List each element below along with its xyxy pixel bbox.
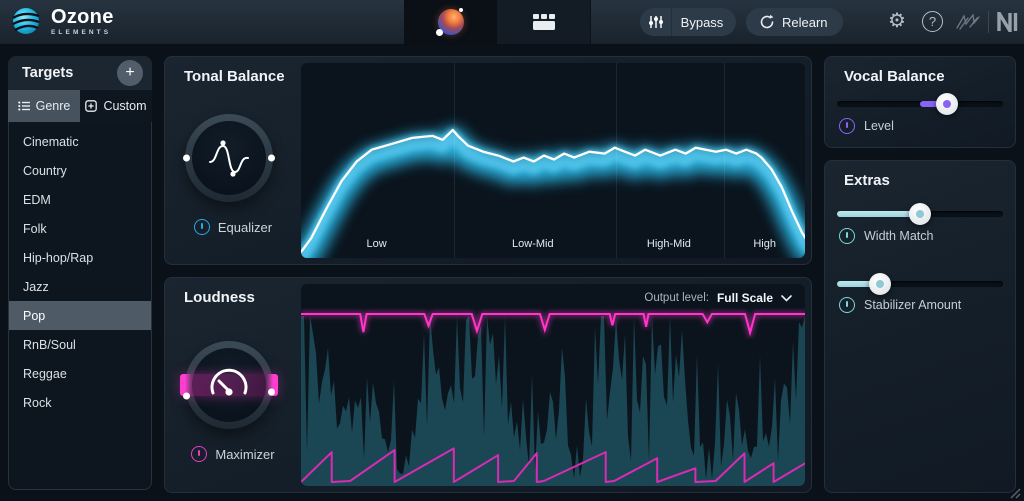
tonal-balance-panel: Tonal Balance Equalizer: [164, 56, 812, 265]
knob-min-dot: [183, 155, 190, 162]
targets-panel: Targets + Genre Custom: [8, 56, 152, 490]
zone-label: Low: [367, 238, 387, 250]
zone-divider: [616, 63, 617, 258]
extras-title: Extras: [844, 172, 890, 189]
topbar-divider: [988, 11, 989, 33]
width-match-label: Width Match: [864, 229, 933, 243]
ni-logo: [996, 12, 1018, 32]
relearn-label: Relearn: [782, 15, 828, 30]
zone-label: Low-Mid: [512, 238, 554, 250]
maximizer-knob[interactable]: [185, 341, 273, 429]
genre-item-reggae[interactable]: Reggae: [9, 359, 151, 388]
genre-item-rnb-soul[interactable]: RnB/Soul: [9, 330, 151, 359]
tab-assistant-view[interactable]: [404, 0, 497, 44]
output-level-label: Output level:: [644, 292, 709, 304]
app-edition: ELEMENTS: [51, 29, 114, 36]
slider-handle[interactable]: [936, 93, 958, 115]
knob-min-dot: [183, 392, 190, 399]
ozone-swirl-icon: [10, 5, 42, 37]
width-match-row: Width Match: [839, 228, 933, 244]
izotope-scribble-icon: [954, 12, 982, 32]
maximizer-module-row: Maximizer: [165, 446, 301, 462]
output-level-dropdown[interactable]: Output level: Full Scale: [644, 291, 792, 305]
loudness-title: Loudness: [184, 289, 255, 306]
level-label: Level: [864, 119, 894, 133]
genre-item-country[interactable]: Country: [9, 156, 151, 185]
slider-handle[interactable]: [909, 203, 931, 225]
app-logo: Ozone ELEMENTS: [10, 5, 114, 37]
genre-item-rock[interactable]: Rock: [9, 388, 151, 417]
extras-panel: Extras Width Match Stabilizer Amount: [824, 160, 1016, 493]
resize-handle[interactable]: [1007, 487, 1021, 499]
bypass-label: Bypass: [672, 15, 736, 30]
genre-item-pop[interactable]: Pop: [9, 301, 151, 330]
maximizer-label: Maximizer: [215, 447, 274, 462]
stabilizer-amount-label: Stabilizer Amount: [864, 298, 961, 312]
tab-modules-view[interactable]: [497, 0, 591, 44]
slider-handle[interactable]: [869, 273, 891, 295]
genre-item-cinematic[interactable]: Cinematic: [9, 127, 151, 156]
tab-genre[interactable]: Genre: [8, 90, 80, 122]
assistant-sphere-icon: [438, 9, 464, 35]
relearn-cycle-icon: [759, 14, 775, 30]
level-power-icon[interactable]: [839, 118, 855, 134]
ozone-elements-window: Ozone ELEMENTS: [0, 0, 1024, 501]
output-level-value: Full Scale: [717, 291, 773, 305]
add-target-button[interactable]: +: [117, 60, 143, 86]
zone-label: High-Mid: [647, 238, 691, 250]
maximizer-power-icon[interactable]: [191, 446, 207, 462]
level-control-row: Level: [839, 118, 894, 134]
genre-list: CinematicCountryEDMFolkHip-hop/RapJazzPo…: [8, 122, 152, 490]
targets-header: Targets +: [8, 56, 152, 90]
equalizer-power-icon[interactable]: [194, 219, 210, 235]
zone-divider: [724, 63, 725, 258]
equalizer-module-row: Equalizer: [165, 219, 301, 235]
equalizer-knob[interactable]: [185, 114, 273, 202]
genre-item-hip-hop-rap[interactable]: Hip-hop/Rap: [9, 243, 151, 272]
equalizer-label: Equalizer: [218, 220, 272, 235]
vocal-balance-title: Vocal Balance: [844, 68, 945, 85]
genre-item-folk[interactable]: Folk: [9, 214, 151, 243]
loudness-waveform: [301, 284, 805, 486]
width-match-slider[interactable]: [837, 203, 1003, 225]
bypass-button[interactable]: Bypass: [640, 8, 736, 36]
add-square-icon: [85, 100, 97, 112]
genre-item-jazz[interactable]: Jazz: [9, 272, 151, 301]
app-name: Ozone: [51, 7, 114, 27]
chevron-down-icon: [781, 295, 792, 302]
tonal-balance-spectrum: [301, 63, 805, 258]
genre-item-edm[interactable]: EDM: [9, 185, 151, 214]
knob-max-dot: [268, 155, 275, 162]
stabilizer-power-icon[interactable]: [839, 297, 855, 313]
stabilizer-amount-row: Stabilizer Amount: [839, 297, 961, 313]
loudness-display: Output level: Full Scale: [301, 284, 805, 486]
list-icon: [18, 101, 30, 111]
vocal-level-slider[interactable]: [837, 93, 1003, 115]
targets-title: Targets: [22, 65, 73, 81]
tonal-balance-display: Low Low-Mid High-Mid High: [301, 63, 805, 258]
faders-icon: [640, 8, 672, 36]
relearn-button[interactable]: Relearn: [746, 8, 843, 36]
settings-gear-icon[interactable]: ⚙: [888, 8, 906, 33]
loudness-panel: Loudness Maximizer: [164, 277, 812, 493]
eq-curve-icon: [203, 132, 255, 184]
vocal-balance-panel: Vocal Balance Level: [824, 56, 1016, 148]
targets-tabs: Genre Custom: [8, 90, 152, 122]
view-tabs: [404, 0, 591, 44]
width-match-power-icon[interactable]: [839, 228, 855, 244]
stabilizer-amount-slider[interactable]: [837, 273, 1003, 295]
modules-rack-icon: [532, 13, 556, 31]
knob-max-dot: [268, 389, 275, 396]
tab-custom[interactable]: Custom: [80, 90, 152, 122]
help-icon[interactable]: ?: [922, 11, 943, 32]
gauge-icon: [203, 359, 255, 411]
tonal-balance-title: Tonal Balance: [184, 68, 285, 85]
zone-label: High: [753, 238, 776, 250]
top-bar: Ozone ELEMENTS: [0, 0, 1024, 45]
zone-divider: [454, 63, 455, 258]
